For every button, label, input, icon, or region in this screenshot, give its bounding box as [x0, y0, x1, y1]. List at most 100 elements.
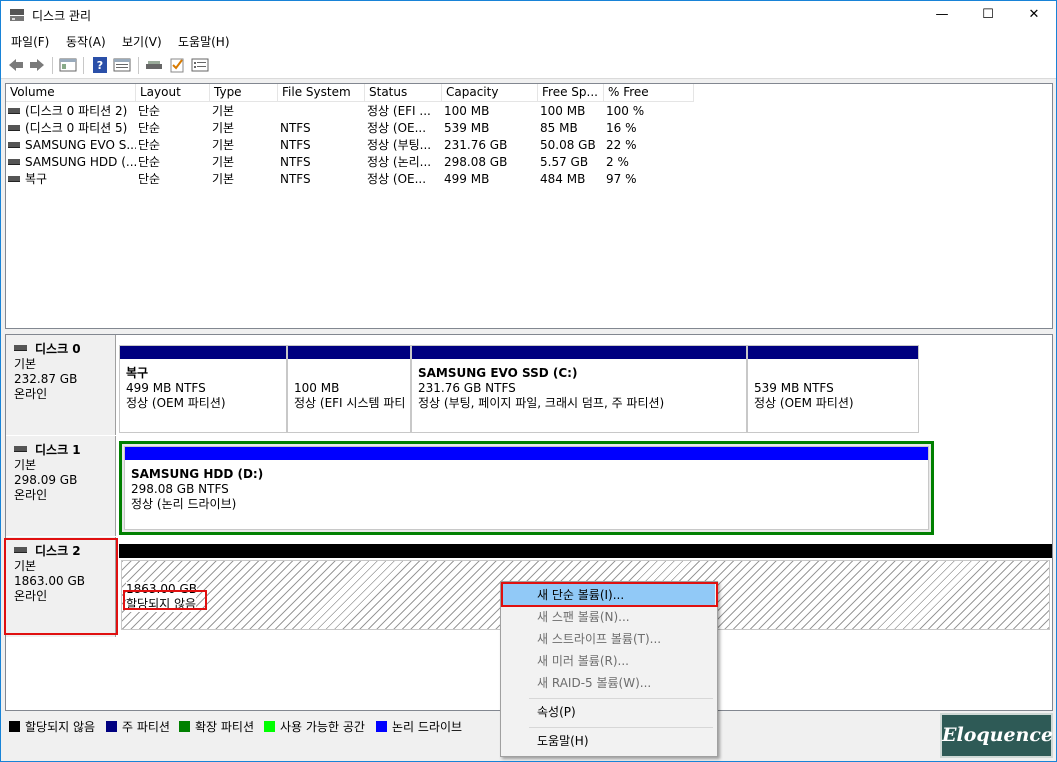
menu-action[interactable]: 동작(A)	[66, 33, 106, 50]
volume-list-row[interactable]: SAMSUNG HDD (... 단순 기본 NTFS 정상 (논리... 298.08 …	[6, 154, 1052, 171]
cell-layout: 단순	[138, 104, 161, 118]
column-header-volume[interactable]: Volume	[6, 84, 136, 102]
partition-status: 정상 (EFI 시스템 파티	[294, 396, 406, 410]
rescan-disks-icon[interactable]	[145, 57, 163, 73]
volume-list-row[interactable]: 복구 단순 기본 NTFS 정상 (OE... 499 MB 484 MB 97 %	[6, 171, 1052, 188]
partition-size: 499 MB NTFS	[126, 381, 206, 395]
disk-1-label[interactable]: 디스크 1 기본 298.09 GB 온라인	[6, 436, 116, 536]
cell-free-space: 85 MB	[540, 121, 578, 135]
disk-name: 디스크 0	[14, 342, 115, 357]
partition-status: 정상 (OEM 파티션)	[754, 396, 854, 410]
cell-free-space: 100 MB	[540, 104, 586, 118]
unallocated-bar	[119, 544, 1052, 558]
cell-type: 기본	[212, 104, 235, 118]
legend-item-free-space: 사용 가능한 공간	[264, 718, 365, 735]
menu-help-item[interactable]: 도움말(H)	[503, 730, 715, 752]
column-header-free-space[interactable]: Free Sp...	[538, 84, 604, 102]
volume-icon	[8, 107, 20, 114]
partition-recovery[interactable]: 복구 499 MB NTFS 정상 (OEM 파티션)	[119, 345, 287, 433]
menu-help[interactable]: 도움말(H)	[178, 33, 230, 50]
partition-name: SAMSUNG HDD (D:)	[131, 467, 264, 481]
cell-percent-free: 2 %	[606, 155, 629, 169]
cell-free-space: 5.57 GB	[540, 155, 589, 169]
minimize-button[interactable]: —	[919, 1, 965, 30]
extended-partition[interactable]: SAMSUNG HDD (D:) 298.08 GB NTFS 정상 (논리 드…	[119, 441, 934, 535]
menu-separator	[529, 727, 713, 728]
disk-row: 디스크 1 기본 298.09 GB 온라인 SAMSUNG HDD (D:) …	[6, 436, 1052, 536]
disk-row: 디스크 0 기본 232.87 GB 온라인 복구 499 MB NTFS 정상…	[6, 335, 1052, 435]
cell-volume: (디스크 0 파티션 5)	[8, 120, 136, 137]
properties-icon[interactable]	[113, 57, 131, 73]
volume-list-row[interactable]: (디스크 0 파티션 5) 단순 기본 NTFS 정상 (OE... 539 MB 85 M…	[6, 120, 1052, 137]
cell-capacity: 100 MB	[444, 104, 490, 118]
legend-swatch	[9, 721, 20, 732]
menu-file[interactable]: 파일(F)	[11, 33, 49, 50]
menu-new-striped-volume[interactable]: 새 스트라이프 볼륨(T)...	[503, 628, 715, 650]
partition-samsung-evo-ssd[interactable]: SAMSUNG EVO SSD (C:) 231.76 GB NTFS 정상 (…	[411, 345, 747, 433]
legend-item-primary-partition: 주 파티션	[106, 718, 170, 735]
forward-icon[interactable]	[28, 57, 46, 73]
column-header-percent-free[interactable]: % Free	[604, 84, 694, 102]
menu-new-mirrored-volume[interactable]: 새 미러 볼륨(R)...	[503, 650, 715, 672]
menu-properties[interactable]: 속성(P)	[503, 701, 715, 723]
back-icon[interactable]	[7, 57, 25, 73]
console-tree-icon[interactable]	[59, 57, 77, 73]
cell-percent-free: 22 %	[606, 138, 637, 152]
toolbar: ?	[1, 52, 1056, 79]
disk-name: 디스크 2	[14, 544, 115, 559]
legend-swatch	[264, 721, 275, 732]
menu-new-spanned-volume[interactable]: 새 스팬 볼륨(N)...	[503, 606, 715, 628]
volume-list-row[interactable]: SAMSUNG EVO S... 단순 기본 NTFS 정상 (부팅... 231.76 …	[6, 137, 1052, 154]
volume-list-row[interactable]: (디스크 0 파티션 2) 단순 기본 정상 (EFI ... 100 MB 100 MB…	[6, 103, 1052, 120]
column-header-capacity[interactable]: Capacity	[442, 84, 538, 102]
disk-status: 온라인	[14, 488, 48, 502]
list-view-icon[interactable]	[191, 57, 209, 73]
window-title: 디스크 관리	[32, 9, 92, 23]
column-header-layout[interactable]: Layout	[136, 84, 210, 102]
menu-bar: 파일(F) 동작(A) 보기(V) 도움말(H)	[1, 30, 1056, 52]
close-button[interactable]: ✕	[1011, 1, 1056, 30]
cell-volume: SAMSUNG HDD (...	[8, 154, 136, 171]
volume-icon	[8, 175, 20, 182]
toolbar-separator	[83, 57, 84, 74]
logical-drive-bar	[125, 447, 928, 460]
partition-status: 정상 (OEM 파티션)	[126, 396, 226, 410]
column-header-file-system[interactable]: File System	[278, 84, 365, 102]
partition-efi[interactable]: 100 MB 정상 (EFI 시스템 파티	[287, 345, 411, 433]
cell-status: 정상 (OE...	[367, 172, 427, 186]
menu-new-raid5-volume[interactable]: 새 RAID-5 볼륨(W)...	[503, 672, 715, 694]
cell-layout: 단순	[138, 155, 161, 169]
partition-status: 정상 (논리 드라이브)	[131, 497, 237, 511]
partition-oem[interactable]: 539 MB NTFS 정상 (OEM 파티션)	[747, 345, 919, 433]
check-icon[interactable]	[168, 57, 186, 73]
cell-percent-free: 97 %	[606, 172, 637, 186]
cell-type: 기본	[212, 121, 235, 135]
menu-new-simple-volume[interactable]: 새 단순 볼륨(I)...	[503, 584, 715, 606]
menu-view[interactable]: 보기(V)	[122, 33, 162, 50]
legend-item-logical-drive: 논리 드라이브	[376, 718, 462, 735]
partition-samsung-hdd[interactable]: SAMSUNG HDD (D:) 298.08 GB NTFS 정상 (논리 드…	[124, 446, 929, 530]
partition-name	[294, 366, 408, 381]
disk-size: 298.09 GB	[14, 473, 78, 487]
cell-file-system: NTFS	[280, 155, 311, 169]
disk-management-app-icon	[10, 9, 24, 21]
legend-item-unallocated: 할당되지 않음	[9, 718, 95, 735]
partition-size: 1863.00 GB	[126, 582, 197, 597]
column-header-type[interactable]: Type	[210, 84, 278, 102]
cell-percent-free: 100 %	[606, 104, 645, 118]
disk-2-label[interactable]: 디스크 2 기본 1863.00 GB 온라인	[6, 537, 116, 637]
help-icon[interactable]: ?	[91, 57, 109, 73]
disk-icon	[14, 344, 27, 351]
toolbar-separator	[52, 57, 53, 74]
maximize-button[interactable]: ☐	[965, 1, 1011, 30]
cell-capacity: 499 MB	[444, 172, 490, 186]
disk-0-label[interactable]: 디스크 0 기본 232.87 GB 온라인	[6, 335, 116, 435]
disk-type: 기본	[14, 559, 37, 573]
partition-size: 100 MB	[294, 381, 340, 395]
volume-name: SAMSUNG EVO S...	[25, 138, 136, 152]
cell-capacity: 539 MB	[444, 121, 490, 135]
column-header-status[interactable]: Status	[365, 84, 442, 102]
primary-partition-bar	[412, 346, 746, 359]
cell-status: 정상 (OE...	[367, 121, 427, 135]
disk-type: 기본	[14, 357, 37, 371]
